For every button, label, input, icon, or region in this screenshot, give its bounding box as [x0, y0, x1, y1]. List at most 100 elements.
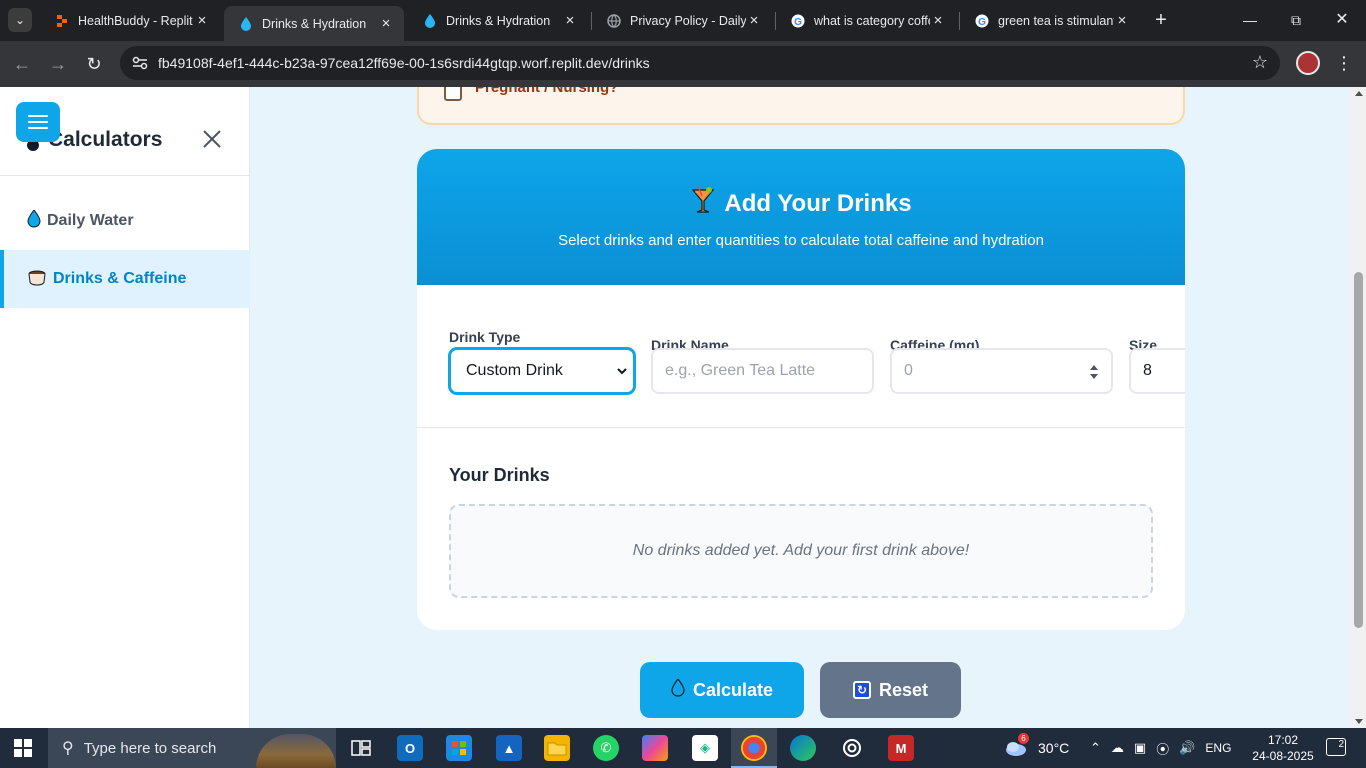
tab-drinks-hydration-active[interactable]: Drinks & Hydration × [224, 6, 404, 41]
drinks-empty-state: No drinks added yet. Add your first drin… [449, 504, 1153, 598]
tab-privacy-policy[interactable]: Privacy Policy - Daily × [592, 6, 772, 35]
tab-search-button[interactable]: ⌄ [8, 8, 32, 32]
chatgpt-icon[interactable] [839, 735, 865, 761]
chevron-down-icon: ⌄ [14, 13, 26, 27]
pregnant-nursing-label[interactable]: Pregnant / Nursing? [475, 87, 618, 96]
volume-icon[interactable]: 🔊 [1179, 740, 1195, 756]
restore-button[interactable]: ⧉ [1284, 8, 1308, 32]
clock[interactable]: 17:02 24-08-2025 [1248, 732, 1318, 764]
google-icon: G [974, 13, 990, 29]
coffee-cup-icon [27, 268, 47, 291]
address-bar[interactable]: fb49108f-4ef1-444c-b23a-97cea12ff69e-00-… [120, 46, 1280, 80]
language-indicator[interactable]: ENG [1205, 741, 1231, 755]
edge-icon[interactable] [790, 735, 816, 761]
menu-line [28, 115, 48, 117]
menu-line [28, 127, 48, 129]
water-drop-icon [238, 16, 254, 32]
pregnancy-warning-box: Pregnant / Nursing? [417, 87, 1185, 125]
close-icon[interactable]: × [746, 12, 762, 29]
onedrive-icon[interactable]: ☁ [1111, 740, 1124, 756]
microsoft-store-icon[interactable] [446, 735, 472, 761]
whatsapp-icon[interactable]: ✆ [593, 735, 619, 761]
page-viewport: Calculators Daily Water Drinks & Caffein… [0, 87, 1366, 728]
tab-google-search-green-tea[interactable]: G green tea is stimulant × [960, 6, 1140, 35]
google-icon: G [790, 13, 806, 29]
clock-time: 17:02 [1267, 733, 1299, 747]
page-scrollbar[interactable] [1351, 87, 1366, 728]
scroll-up-arrow-icon[interactable] [1355, 91, 1363, 96]
close-icon[interactable]: × [378, 15, 394, 32]
app-installer-icon[interactable]: ▲ [496, 735, 522, 761]
card-subtitle: Select drinks and enter quantities to ca… [558, 232, 1044, 249]
task-view-icon[interactable] [348, 735, 374, 761]
water-drop-icon [27, 208, 41, 233]
globe-icon [606, 13, 622, 29]
sidebar-item-drinks-caffeine[interactable]: Drinks & Caffeine [0, 250, 250, 308]
back-button[interactable]: ← [10, 52, 34, 76]
notification-center-icon[interactable]: 2 [1326, 738, 1346, 756]
close-icon[interactable]: × [562, 12, 578, 29]
number-stepper-icon[interactable] [1089, 364, 1099, 380]
weather-cloud-icon: 6 [1004, 733, 1029, 757]
tab-drinks-hydration[interactable]: Drinks & Hydration × [408, 6, 588, 35]
drink-name-input[interactable]: e.g., Green Tea Latte [651, 348, 874, 394]
gmail-profile-icon[interactable]: M [888, 735, 914, 761]
windows-taskbar: ⚲ Type here to search O ▲ ✆ ◈ M 6 30°C ⌃… [0, 728, 1366, 768]
windows-start-button[interactable] [14, 739, 32, 757]
site-info-icon[interactable] [130, 53, 150, 73]
weather-widget[interactable]: 6 30°C [1004, 728, 1069, 768]
card-title: Add Your Drinks [417, 185, 1185, 221]
forward-button[interactable]: → [46, 52, 70, 76]
file-explorer-icon[interactable] [544, 735, 570, 761]
svg-text:G: G [794, 17, 802, 28]
empty-message: No drinks added yet. Add your first drin… [632, 542, 970, 559]
bookmark-star-icon[interactable]: ☆ [1252, 52, 1268, 73]
minimize-button[interactable]: — [1238, 8, 1262, 32]
show-hidden-icons-icon[interactable]: ⌃ [1090, 740, 1101, 756]
svg-text:G: G [978, 17, 986, 28]
scroll-down-arrow-icon[interactable] [1355, 719, 1363, 724]
caffeine-input[interactable]: 0 [890, 348, 1113, 394]
add-drinks-card: Add Your Drinks Select drinks and enter … [417, 149, 1185, 630]
calculate-label: Calculate [692, 679, 774, 700]
tab-title: green tea is stimulant [998, 13, 1114, 28]
system-tray: ⌃ ☁ ▣ ⦿ 🔊 ENG [1090, 728, 1231, 768]
sidebar-title: Calculators [48, 128, 163, 151]
new-tab-button[interactable]: + [1150, 9, 1172, 31]
reload-button[interactable]: ↻ [82, 52, 106, 76]
tropical-drink-icon [690, 185, 716, 221]
outlook-icon[interactable]: O [397, 735, 423, 761]
sidebar-item-daily-water[interactable]: Daily Water [0, 192, 250, 250]
size-input[interactable]: 8 [1129, 348, 1185, 394]
close-window-button[interactable]: ✕ [1330, 8, 1354, 32]
reset-label: Reset [878, 679, 929, 700]
reset-button[interactable]: ↻ Reset [820, 662, 961, 718]
kaspersky-icon[interactable]: ◈ [692, 735, 718, 761]
start-tile [14, 739, 22, 747]
taskbar-search-box[interactable]: ⚲ Type here to search [48, 728, 336, 768]
tab-healthbuddy[interactable]: HealthBuddy - Replit × [40, 6, 220, 35]
drink-form-row: Drink Type Custom Drink Drink Name e.g.,… [417, 285, 1185, 428]
close-sidebar-icon[interactable] [200, 127, 224, 151]
pregnant-nursing-checkbox[interactable] [444, 87, 462, 101]
start-tile [24, 739, 32, 747]
close-icon[interactable]: × [194, 12, 210, 29]
copilot-icon[interactable] [642, 735, 668, 761]
menu-line [28, 121, 48, 123]
wifi-icon[interactable]: ⦿ [1156, 739, 1169, 758]
weather-badge: 6 [1018, 733, 1029, 744]
close-icon[interactable]: × [1114, 12, 1130, 29]
profile-avatar[interactable] [1296, 51, 1320, 75]
search-highlight-image [256, 734, 336, 768]
drink-type-select[interactable]: Custom Drink [449, 348, 635, 394]
card-title-text: Add Your Drinks [724, 189, 912, 217]
browser-toolbar: ← → ↻ fb49108f-4ef1-444c-b23a-97cea12ff6… [0, 41, 1366, 87]
browser-menu-icon[interactable]: ⋮ [1334, 51, 1354, 75]
calculate-button[interactable]: Calculate [640, 662, 804, 718]
meet-now-icon[interactable]: ▣ [1134, 740, 1146, 756]
scroll-thumb[interactable] [1354, 272, 1363, 628]
hamburger-menu-button[interactable] [16, 102, 60, 142]
tab-google-search-coffee[interactable]: G what is category coffe × [776, 6, 956, 35]
close-icon[interactable]: × [930, 12, 946, 29]
chrome-icon[interactable] [741, 735, 767, 761]
